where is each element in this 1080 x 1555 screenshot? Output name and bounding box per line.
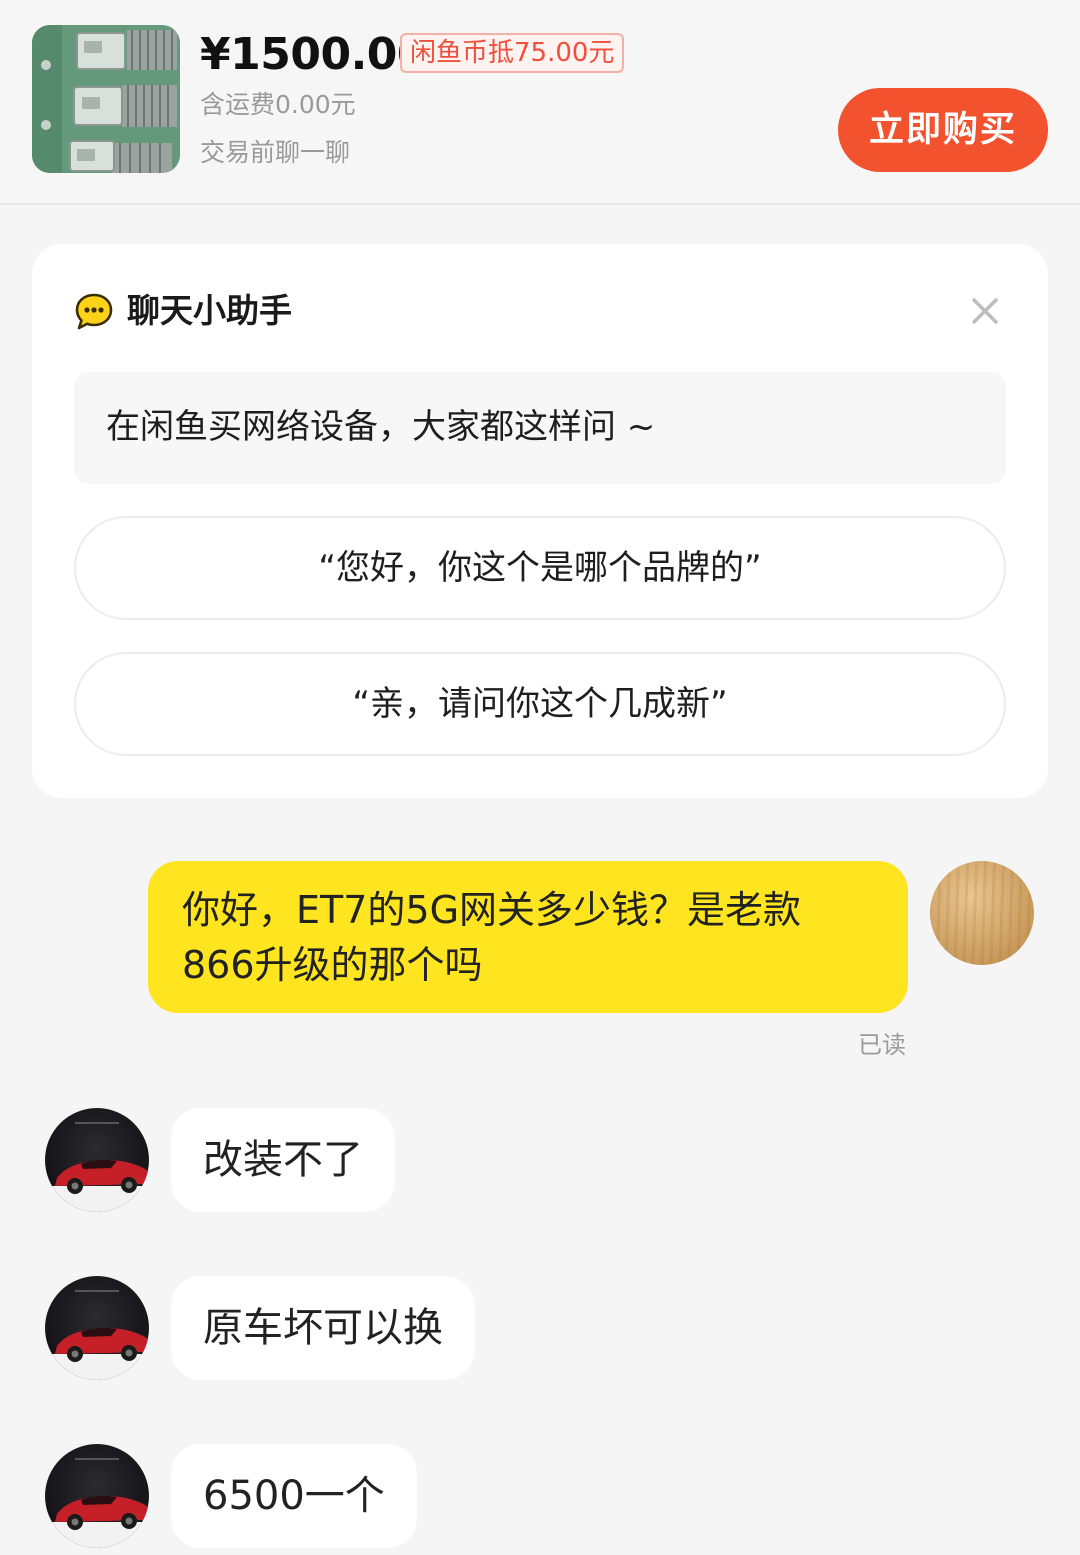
quick-question-condition[interactable]: “亲，请问你这个几成新” xyxy=(74,652,1006,756)
assistant-title: 聊天小助手 xyxy=(127,291,292,330)
quick-question-brand[interactable]: “您好，你这个是哪个品牌的” xyxy=(74,516,1006,620)
my-avatar[interactable] xyxy=(930,861,1034,965)
seller-message-bubble: 原车坏可以换 xyxy=(171,1276,475,1380)
seller-message-bubble: 改装不了 xyxy=(171,1108,395,1212)
seller-avatar[interactable] xyxy=(45,1276,149,1380)
my-message-line-1: 你好，ET7的5G网关多少钱？是老款 xyxy=(182,888,802,932)
my-message-line-2: 866升级的那个吗 xyxy=(182,943,483,987)
my-message-bubble: 你好，ET7的5G网关多少钱？是老款 866升级的那个吗 xyxy=(148,861,908,1013)
product-thumbnail[interactable] xyxy=(32,25,180,173)
shipping-info: 含运费0.00元 xyxy=(200,90,356,119)
seller-avatar[interactable] xyxy=(45,1108,149,1212)
coin-deduction-badge: 闲鱼币抵75.00元 xyxy=(400,33,625,73)
chat-bubble-icon xyxy=(74,292,114,332)
buy-now-button[interactable]: 立即购买 xyxy=(838,88,1048,172)
chat-prompt: 交易前聊一聊 xyxy=(200,138,351,167)
product-price: ¥1500.00 xyxy=(200,29,428,80)
close-icon[interactable] xyxy=(968,294,1002,328)
assistant-hint-text: 在闲鱼买网络设备，大家都这样问 ~ xyxy=(106,407,656,447)
seller-avatar[interactable] xyxy=(45,1444,149,1548)
chat-assistant-card: 聊天小助手 在闲鱼买网络设备，大家都这样问 ~ “您好，你这个是哪个品牌的” “… xyxy=(32,244,1048,798)
assistant-hint-box: 在闲鱼买网络设备，大家都这样问 ~ xyxy=(74,372,1006,484)
seller-message-bubble: 6500一个 xyxy=(171,1444,417,1548)
read-status: 已读 xyxy=(858,1031,906,1059)
product-header: ¥1500.00 闲鱼币抵75.00元 含运费0.00元 交易前聊一聊 立即购买 xyxy=(0,0,1080,205)
